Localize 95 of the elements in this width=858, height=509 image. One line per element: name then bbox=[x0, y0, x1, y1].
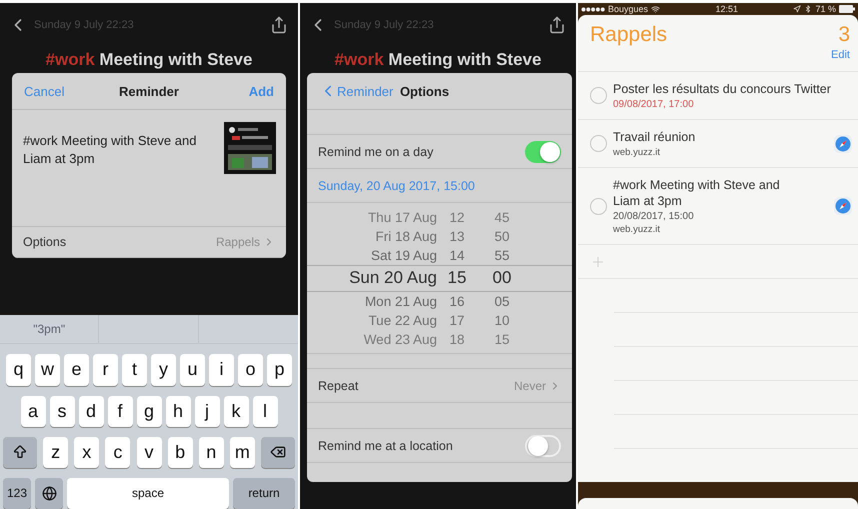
shift-key[interactable] bbox=[3, 436, 37, 468]
keyboard-key[interactable]: a bbox=[20, 396, 46, 427]
globe-key[interactable] bbox=[35, 478, 63, 509]
reminder-title[interactable]: Travail réunion bbox=[613, 129, 803, 145]
note-title: #work Meeting with Steve bbox=[44, 49, 254, 71]
option-label[interactable]: Repeat bbox=[318, 378, 358, 392]
picker-day: Thu 17 Aug bbox=[307, 210, 437, 224]
reminder-title[interactable]: #work Meeting with Steve and Liam at 3pm bbox=[613, 177, 803, 209]
keyboard-key[interactable]: x bbox=[74, 436, 100, 468]
share-icon[interactable] bbox=[548, 16, 566, 34]
complete-checkbox[interactable] bbox=[590, 135, 607, 152]
space-key[interactable]: space bbox=[67, 478, 229, 509]
keyboard-key[interactable]: t bbox=[122, 354, 147, 386]
picker-hour: 15 bbox=[446, 268, 468, 288]
picker-minute: 15 bbox=[493, 332, 511, 346]
keyboard-key[interactable]: m bbox=[230, 436, 255, 468]
keyboard-key[interactable]: f bbox=[108, 396, 132, 427]
battery-icon bbox=[838, 5, 855, 13]
keyboard-key[interactable]: q bbox=[6, 354, 31, 386]
delete-key[interactable] bbox=[261, 436, 295, 468]
picker-minute: 50 bbox=[493, 228, 511, 244]
picker-hour: 14 bbox=[448, 248, 466, 262]
compass-icon[interactable] bbox=[834, 197, 852, 215]
bluetooth-icon bbox=[804, 5, 812, 13]
date-picker[interactable]: Thu 17 Aug 12 45 Fri 18 Aug 13 50 Sat 19 Aug 14 55 Sun 20 Aug 15 00 Mon 21 Aug 16 05 Tue 22 Aug 17 10 Wed 23 Aug 18 15 bbox=[307, 203, 572, 354]
option-label: Remind me on a day bbox=[318, 144, 434, 158]
picker-hour: 17 bbox=[448, 312, 466, 328]
keyboard-key[interactable]: h bbox=[166, 396, 190, 427]
keyboard-key[interactable]: e bbox=[64, 354, 89, 386]
battery-percent: 71 % bbox=[815, 4, 836, 14]
picker-minute: 55 bbox=[493, 248, 511, 262]
keyboard-key[interactable]: j bbox=[194, 396, 220, 427]
keyboard-key[interactable]: d bbox=[78, 396, 104, 427]
picker-hour: 13 bbox=[448, 228, 466, 244]
picker-minute: 10 bbox=[493, 312, 511, 328]
backspace-icon bbox=[270, 444, 286, 460]
keyboard-key[interactable]: p bbox=[267, 354, 292, 386]
status-time: 12:51 bbox=[715, 4, 738, 14]
keyboard-key[interactable]: o bbox=[238, 354, 263, 386]
location-icon bbox=[793, 5, 802, 13]
reminder-url: web.yuzz.it bbox=[613, 147, 661, 158]
picker-minute: 05 bbox=[493, 294, 511, 308]
wifi-icon bbox=[651, 4, 660, 14]
signal-icon bbox=[581, 6, 605, 12]
shift-icon bbox=[12, 444, 28, 460]
picker-hour: 16 bbox=[448, 294, 466, 308]
picker-day: Mon 21 Aug bbox=[307, 294, 437, 308]
picker-hour: 18 bbox=[448, 332, 466, 346]
keyboard-key[interactable]: i bbox=[209, 354, 234, 386]
note-title: #work Meeting with Steve bbox=[334, 49, 542, 71]
keyboard-key[interactable]: s bbox=[50, 396, 74, 427]
picker-day: Wed 23 Aug bbox=[307, 332, 437, 346]
carrier-name: Bouygues bbox=[608, 4, 648, 14]
sheet-title: Reminder bbox=[119, 84, 179, 98]
option-label: Remind me at a location bbox=[318, 438, 453, 452]
compass-icon[interactable] bbox=[834, 134, 852, 152]
keyboard-key[interactable]: k bbox=[224, 396, 248, 427]
numbers-key[interactable]: 123 bbox=[3, 478, 31, 509]
sheet-title: Options bbox=[400, 84, 450, 98]
toggle-switch[interactable] bbox=[525, 434, 561, 456]
picker-hour: 12 bbox=[448, 210, 466, 224]
keyboard-key[interactable]: b bbox=[168, 436, 193, 468]
suggestion[interactable]: "3pm" bbox=[33, 322, 66, 336]
keyboard-key[interactable]: z bbox=[43, 436, 68, 468]
picker-day: Tue 22 Aug bbox=[307, 312, 437, 328]
reminder-date: 09/08/2017, 17:00 bbox=[613, 99, 695, 110]
reminder-url: web.yuzz.it bbox=[613, 224, 661, 235]
picker-minute: 00 bbox=[492, 268, 512, 288]
picker-day: Sun 20 Aug bbox=[307, 268, 437, 288]
keyboard-key[interactable]: l bbox=[252, 396, 278, 427]
keyboard-key[interactable]: v bbox=[136, 436, 162, 468]
globe-icon bbox=[42, 486, 56, 501]
item-count: 3 bbox=[838, 23, 850, 47]
keyboard-key[interactable]: g bbox=[136, 396, 162, 427]
reminder-title[interactable]: Poster les résultats du concours Twitter bbox=[613, 81, 852, 97]
keyboard-key[interactable]: c bbox=[105, 436, 130, 468]
keyboard-key[interactable]: u bbox=[180, 354, 205, 386]
repeat-value: Never bbox=[514, 378, 546, 392]
toggle-switch[interactable] bbox=[525, 140, 561, 162]
keyboard-key[interactable]: y bbox=[151, 354, 176, 386]
share-icon[interactable] bbox=[270, 16, 288, 34]
complete-checkbox[interactable] bbox=[590, 198, 607, 214]
keyboard-key[interactable]: r bbox=[93, 354, 118, 386]
return-key[interactable]: return bbox=[233, 478, 295, 509]
list-title: Rappels bbox=[590, 23, 668, 48]
picker-day: Sat 19 Aug bbox=[307, 248, 437, 262]
reminder-text: #work Meeting with Steve and Liam at 3pm bbox=[23, 132, 198, 168]
keyboard-key[interactable]: n bbox=[198, 436, 224, 468]
keyboard-key[interactable]: w bbox=[35, 354, 60, 386]
reminder-date: 20/08/2017, 15:00 bbox=[613, 211, 695, 222]
picker-day: Fri 18 Aug bbox=[307, 228, 437, 244]
options-label[interactable]: Options bbox=[23, 235, 66, 249]
list-value: Rappels bbox=[216, 235, 260, 249]
picker-minute: 45 bbox=[493, 210, 511, 224]
complete-checkbox[interactable] bbox=[590, 87, 607, 104]
